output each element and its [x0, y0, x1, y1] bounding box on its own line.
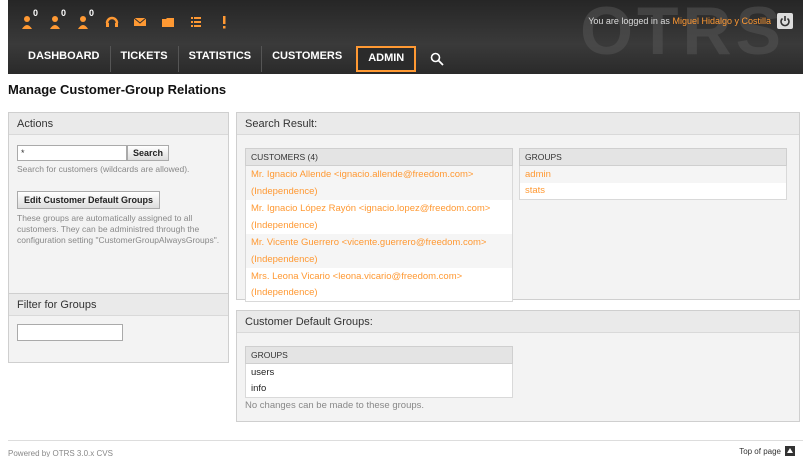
- top-of-page-label: Top of page: [739, 446, 781, 456]
- filter-header: Filter for Groups: [9, 294, 228, 316]
- page-title: Manage Customer-Group Relations: [8, 82, 227, 97]
- escalation-icon[interactable]: [214, 12, 234, 32]
- toolbar: 0 0 0: [18, 8, 234, 34]
- watched-count: 0: [60, 8, 66, 18]
- watched-tickets-icon[interactable]: 0: [46, 8, 66, 32]
- default-groups-table: GROUPS users info: [245, 346, 513, 398]
- customer-search-input[interactable]: [17, 145, 127, 161]
- login-info: You are logged in as Miguel Hidalgo y Co…: [588, 16, 771, 26]
- filter-groups-input[interactable]: [17, 324, 123, 341]
- logout-button[interactable]: [777, 13, 793, 29]
- search-row: Search: [17, 145, 220, 161]
- customer-link[interactable]: Mrs. Leona Vicario <leona.vicario@freedo…: [245, 267, 513, 285]
- actions-panel: Actions Search Search for customers (wil…: [8, 112, 229, 296]
- nav-admin[interactable]: ADMIN: [356, 46, 417, 72]
- locked-count: 0: [32, 8, 38, 18]
- list-icon[interactable]: [186, 12, 206, 32]
- footer-divider: [8, 440, 803, 441]
- group-link-stats[interactable]: stats: [519, 182, 787, 200]
- search-hint: Search for customers (wildcards are allo…: [17, 164, 190, 174]
- nav-search[interactable]: [420, 46, 454, 72]
- email-ticket-icon[interactable]: [130, 12, 150, 32]
- groups-column-header: GROUPS: [519, 148, 787, 166]
- customer-org[interactable]: (Independence): [245, 216, 513, 234]
- responsible-tickets-icon[interactable]: 0: [74, 8, 94, 32]
- search-button[interactable]: Search: [127, 145, 170, 161]
- power-icon: [780, 16, 790, 27]
- search-icon: [430, 52, 444, 66]
- arrow-up-icon: [785, 446, 795, 456]
- customer-link[interactable]: Mr. Ignacio López Rayón <ignacio.lopez@f…: [245, 199, 513, 217]
- filter-panel: Filter for Groups: [8, 293, 229, 363]
- customer-org[interactable]: (Independence): [245, 182, 513, 200]
- group-link-admin[interactable]: admin: [519, 165, 787, 183]
- folder-icon[interactable]: [158, 12, 178, 32]
- main-nav: DASHBOARD TICKETS STATISTICS CUSTOMERS A…: [18, 46, 454, 74]
- nav-dashboard[interactable]: DASHBOARD: [18, 46, 111, 72]
- default-groups-panel: Customer Default Groups: GROUPS users in…: [236, 310, 800, 422]
- otrs-logo: OTRS: [580, 0, 785, 69]
- default-group-users: users: [245, 363, 513, 381]
- edit-default-hint: These groups are automatically assigned …: [17, 213, 220, 245]
- customer-org[interactable]: (Independence): [245, 250, 513, 268]
- search-result-header: Search Result:: [237, 113, 799, 135]
- nav-customers[interactable]: CUSTOMERS: [262, 46, 352, 72]
- responsible-count: 0: [88, 8, 94, 18]
- phone-ticket-icon[interactable]: [102, 12, 122, 32]
- default-group-info: info: [245, 380, 513, 398]
- top-of-page-link[interactable]: Top of page: [739, 446, 795, 456]
- login-prefix: You are logged in as: [588, 16, 670, 26]
- edit-default-groups-button[interactable]: Edit Customer Default Groups: [17, 191, 161, 209]
- nav-tickets[interactable]: TICKETS: [111, 46, 179, 72]
- customer-link[interactable]: Mr. Vicente Guerrero <vicente.guerrero@f…: [245, 233, 513, 251]
- search-result-panel: Search Result: CUSTOMERS (4) Mr. Ignacio…: [236, 112, 800, 302]
- customers-table: CUSTOMERS (4) Mr. Ignacio Allende <ignac…: [245, 148, 513, 302]
- groups-table: GROUPS admin stats: [519, 148, 787, 200]
- actions-header: Actions: [9, 113, 228, 135]
- locked-tickets-icon[interactable]: 0: [18, 8, 38, 32]
- header-bar: OTRS 0 0 0 You are logged in as Miguel H…: [8, 0, 803, 74]
- customers-column-header: CUSTOMERS (4): [245, 148, 513, 166]
- user-name-link[interactable]: Miguel Hidalgo y Costilla: [672, 16, 771, 26]
- no-changes-note: No changes can be made to these groups.: [245, 400, 425, 411]
- nav-statistics[interactable]: STATISTICS: [179, 46, 263, 72]
- powered-by-link[interactable]: Powered by OTRS 3.0.x CVS: [8, 449, 113, 457]
- customer-link[interactable]: Mr. Ignacio Allende <ignacio.allende@fre…: [245, 165, 513, 183]
- default-groups-header: Customer Default Groups:: [237, 311, 799, 333]
- default-groups-column-header: GROUPS: [245, 346, 513, 364]
- customer-org[interactable]: (Independence): [245, 284, 513, 302]
